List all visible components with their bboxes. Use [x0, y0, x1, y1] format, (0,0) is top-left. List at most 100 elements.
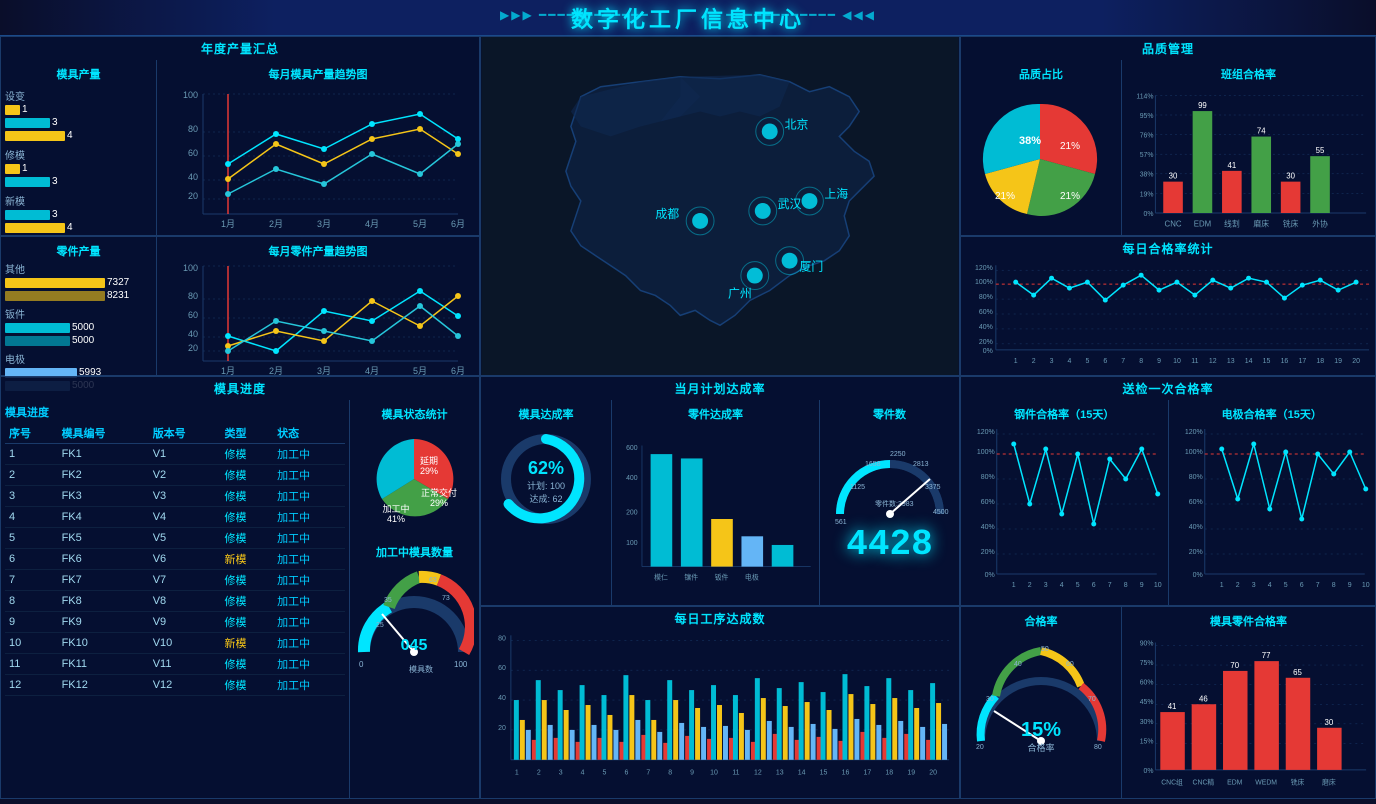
quality-bar: 班组合格率 114% 95% 76% 57% 38% 19% 0%: [1121, 60, 1375, 236]
svg-text:9: 9: [1140, 582, 1144, 589]
svg-text:6: 6: [1092, 582, 1096, 589]
wip-title: 加工中模具数量: [354, 542, 475, 562]
svg-text:6月: 6月: [451, 219, 465, 229]
svg-text:2813: 2813: [913, 461, 929, 468]
mold-bars: 设变 1 3 4 修模: [5, 88, 152, 233]
svg-text:3: 3: [1251, 582, 1255, 589]
table-row: 4FK4V4修模加工中: [5, 507, 345, 528]
svg-text:80: 80: [498, 635, 506, 642]
svg-text:8: 8: [1139, 358, 1143, 365]
svg-text:磨床: 磨床: [1322, 778, 1336, 787]
svg-text:7: 7: [1108, 582, 1112, 589]
svg-text:40%: 40%: [979, 324, 993, 331]
mold-ring-svg: 62% 计划: 100 达成: 62: [491, 424, 601, 534]
svg-text:38%: 38%: [1019, 135, 1041, 147]
mold-trend-chart: 每月模具产量趋势图 100 80 60 40 20 1月 2月 3月: [156, 60, 479, 236]
svg-text:14: 14: [798, 770, 806, 777]
wip-gauge-svg: 0 模具数 100 35 25 63 73 045: [354, 562, 474, 682]
header-right-decoration: ━━━━━━━━━━━━ ◀◀◀: [726, 8, 876, 22]
quality-pie-title: 品质占比: [965, 64, 1117, 84]
svg-text:13: 13: [1227, 358, 1235, 365]
svg-text:41%: 41%: [387, 514, 405, 524]
svg-text:20: 20: [188, 191, 198, 201]
quality-title: 品质管理: [961, 37, 1375, 60]
svg-text:加工中: 加工中: [382, 503, 409, 514]
header: ▶▶▶ ━━━━━━━━━━━━ 数字化工厂信息中心 ━━━━━━━━━━━━ …: [0, 0, 1376, 36]
mold-row-2: 修模 1 3: [5, 147, 152, 187]
svg-text:80: 80: [188, 291, 198, 301]
svg-text:70: 70: [1088, 696, 1096, 703]
svg-text:0%: 0%: [1144, 768, 1154, 775]
svg-text:46: 46: [1199, 694, 1208, 703]
svg-text:20%: 20%: [1188, 549, 1202, 556]
svg-text:厦门: 厦门: [800, 260, 824, 274]
annual-panel: 年度产量汇总 模具产量 设变 1 3: [0, 36, 480, 236]
daily-chart-svg: 80 60 40 20 // We'll place bars manually: [481, 630, 959, 790]
svg-text:73: 73: [442, 595, 450, 602]
table-row: 2FK2V2修模加工中: [5, 465, 345, 486]
svg-text:63: 63: [429, 577, 437, 584]
svg-text:30: 30: [1169, 172, 1178, 181]
svg-text:5: 5: [1283, 582, 1287, 589]
annual-title: 年度产量汇总: [1, 37, 479, 60]
svg-text:3375: 3375: [925, 484, 941, 491]
svg-text:4500: 4500: [933, 509, 949, 516]
svg-text:70: 70: [1230, 661, 1239, 670]
svg-text:5: 5: [603, 770, 607, 777]
mold-part-title: 模具零件合格率: [1126, 611, 1371, 631]
svg-text:120%: 120%: [977, 429, 995, 436]
table-row: 7FK7V7修模加工中: [5, 570, 345, 591]
svg-text:25: 25: [376, 622, 384, 629]
svg-text:1: 1: [515, 770, 519, 777]
svg-text:100%: 100%: [975, 279, 993, 286]
svg-text:7: 7: [646, 770, 650, 777]
table-row: 10FK10V10新模加工中: [5, 633, 345, 654]
electrode-rate: 电极合格率（15天） 120% 100% 80% 60% 40% 20% 0%: [1168, 400, 1376, 606]
svg-text:1月: 1月: [221, 219, 235, 229]
svg-text:15%: 15%: [1140, 738, 1154, 745]
plan-panel: 当月计划达成率 模具达成率 62% 计划: 100 达成: 62 零件达成率 6…: [480, 376, 960, 606]
svg-text:18: 18: [1316, 358, 1324, 365]
mold-table-container[interactable]: 模具进度 序号 模具编号 版本号 类型 状态 1FK1V1修模加工中2FK2V2…: [1, 400, 349, 799]
svg-text:15: 15: [820, 770, 828, 777]
mold-progress-panel: 模具进度 模具进度 序号 模具编号 版本号 类型 状态 1FK1V1修模加工中2…: [0, 376, 480, 799]
acceptance-bar-svg: 90% 75% 60% 45% 30% 15% 0% 41 46: [1126, 631, 1371, 801]
svg-text:6: 6: [1103, 358, 1107, 365]
table-row: 9FK9V9修模加工中: [5, 612, 345, 633]
mold-achievement-title: 模具达成率: [519, 404, 574, 424]
svg-text:EDM: EDM: [1227, 780, 1243, 787]
svg-text:60: 60: [188, 310, 198, 320]
acceptance-gauge-title: 合格率: [1025, 611, 1058, 631]
svg-text:7: 7: [1315, 582, 1319, 589]
plan-title: 当月计划达成率: [481, 377, 959, 400]
table-row: 5FK5V5修模加工中: [5, 528, 345, 549]
parts-row-2: 钣件 5000 5000: [5, 306, 152, 346]
svg-text:外协: 外协: [1312, 219, 1328, 229]
svg-text:9: 9: [1347, 582, 1351, 589]
svg-text:41: 41: [1227, 161, 1236, 170]
svg-text:模仁: 模仁: [654, 573, 668, 582]
svg-text:4月: 4月: [365, 219, 379, 229]
table-row: 12FK12V12修模加工中: [5, 675, 345, 696]
svg-text:17: 17: [1298, 358, 1306, 365]
svg-text:62%: 62%: [528, 458, 564, 478]
svg-text:4月: 4月: [365, 366, 379, 376]
mold-trend-svg: 100 80 60 40 20 1月 2月 3月 4月 5月 6月: [161, 84, 475, 234]
svg-text:40: 40: [188, 172, 198, 182]
svg-text:镶件: 镶件: [684, 573, 698, 582]
svg-text:钣件: 钣件: [715, 573, 729, 582]
svg-text:400: 400: [626, 475, 638, 482]
svg-text:60%: 60%: [979, 309, 993, 316]
svg-text:15%: 15%: [1021, 719, 1061, 741]
svg-text:100: 100: [454, 660, 468, 669]
svg-text:3月: 3月: [317, 366, 331, 376]
acceptance-panel: 合格率 20 30 40 50 60 70 80: [960, 606, 1376, 799]
svg-text:4: 4: [581, 770, 585, 777]
svg-text:2250: 2250: [890, 451, 906, 458]
svg-text:30: 30: [1325, 718, 1334, 727]
svg-text:计划: 100: 计划: 100: [527, 480, 565, 491]
svg-text:55: 55: [1316, 146, 1325, 155]
svg-text:正常交付: 正常交付: [421, 487, 457, 498]
mold-right-panel: 模具状态统计 延期 29% 正常交付 29% 加工中 41% 加工中模具数量: [349, 400, 479, 799]
svg-text:14: 14: [1245, 358, 1253, 365]
